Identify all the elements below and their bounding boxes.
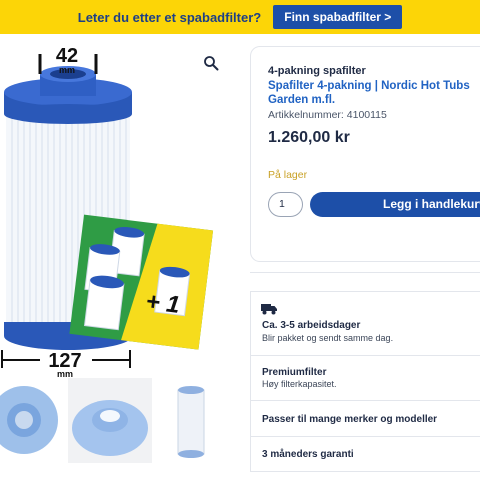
dim-top-unit: mm [59, 65, 75, 75]
feature-subtitle: Høy filterkapasitet. [262, 379, 337, 389]
article-number: Artikkelnummer: 4100115 [268, 109, 387, 121]
product-gallery: 42 mm 127 mm + 1 [0, 34, 240, 480]
product-title: Spafilter 4-pakning | Nordic Hot Tubs Ga… [268, 80, 470, 106]
truck-icon [261, 304, 277, 315]
banner-text: Leter du etter et spabadfilter? [77, 9, 262, 25]
thumbnail-cap-view[interactable] [68, 378, 152, 463]
product-info-panel: 4-pakning spafilter Spafilter 4-pakning … [250, 46, 480, 262]
feature-subtitle: Blir pakket og sendt samme dag. [262, 333, 394, 343]
product-main-image[interactable]: 42 mm 127 mm + 1 [0, 40, 236, 378]
quantity-input[interactable]: 1 [268, 192, 303, 217]
product-category: 4-pakning spafilter [268, 65, 366, 77]
feature-title: Premiumfilter [262, 367, 327, 378]
feature-compatibility: Passer til mange merker og modeller [250, 400, 480, 437]
thumbnail-top-view[interactable] [0, 378, 58, 463]
stock-status: På lager [268, 169, 308, 181]
badge-plus-one: + 1 [144, 288, 181, 319]
feature-title: Ca. 3-5 arbeidsdager [262, 320, 361, 331]
thumbnail-strip [0, 378, 240, 463]
four-pack-badge: + 1 [69, 214, 214, 350]
feature-delivery: Ca. 3-5 arbeidsdager Blir pakket og send… [250, 291, 480, 356]
promo-banner: Leter du etter et spabadfilter? Finn spa… [0, 0, 480, 34]
find-filter-button[interactable]: Finn spabadfilter > [273, 5, 403, 29]
add-to-cart-button[interactable]: Legg i handlekurv [310, 192, 480, 217]
feature-warranty: 3 måneders garanti [250, 436, 480, 472]
feature-title: 3 måneders garanti [262, 449, 354, 460]
thumbnail-side-view[interactable] [168, 378, 216, 463]
feature-title: Passer til mange merker og modeller [262, 414, 438, 425]
feature-premium: Premiumfilter Høy filterkapasitet. [250, 355, 480, 401]
product-price: 1.260,00 kr [268, 129, 350, 146]
dim-top-value: 42 [56, 45, 78, 67]
dim-bottom-unit: mm [57, 369, 73, 378]
section-divider [250, 272, 480, 273]
